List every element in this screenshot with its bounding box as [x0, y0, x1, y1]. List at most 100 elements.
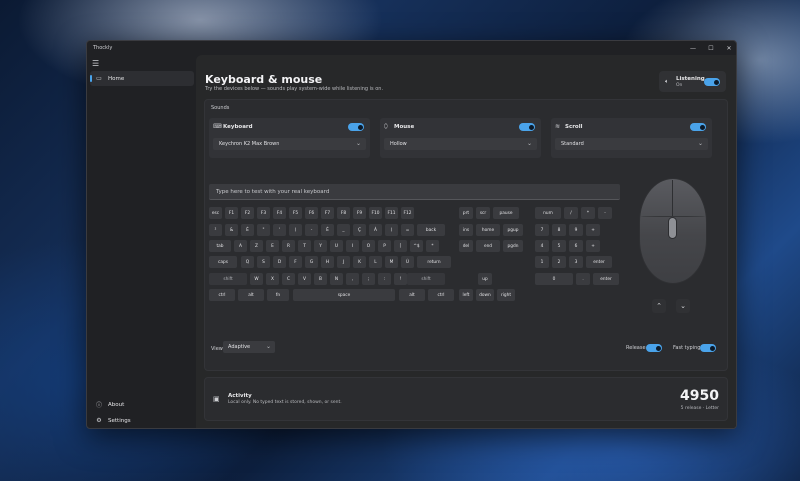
key-3[interactable]: 3 [569, 256, 583, 268]
key-f3[interactable]: F3 [257, 207, 270, 219]
key-left[interactable]: left [459, 289, 473, 301]
key-5[interactable]: 5 [552, 240, 566, 252]
key-[interactable]: . [576, 273, 590, 285]
close-button[interactable]: ✕ [720, 41, 736, 55]
key-7[interactable]: 7 [535, 224, 549, 236]
sidebar-item-settings[interactable]: ⚙ Settings [90, 413, 194, 428]
key-end[interactable]: end [476, 240, 500, 252]
key-f7[interactable]: F7 [321, 207, 334, 219]
key-8[interactable]: 8 [552, 224, 566, 236]
key-pgdn[interactable]: pgdn [503, 240, 523, 252]
scroll-toggle[interactable] [690, 123, 706, 131]
key-pgup[interactable]: pgup [503, 224, 523, 236]
mouse-scroll-wheel[interactable] [668, 217, 677, 239]
key-home[interactable]: home [476, 224, 500, 236]
key-v[interactable]: V [298, 273, 311, 285]
key-x[interactable]: X [266, 273, 279, 285]
view-select[interactable]: Adaptive ⌄ [223, 341, 275, 353]
key-fn[interactable]: fn [267, 289, 289, 301]
key-m[interactable]: M [385, 256, 398, 268]
key-ctrl[interactable]: ctrl [428, 289, 454, 301]
key-shift[interactable]: shift [209, 273, 247, 285]
key-[interactable]: - [305, 224, 318, 236]
key-scr[interactable]: scr [476, 207, 490, 219]
key-[interactable]: ( [289, 224, 302, 236]
scroll-up-button[interactable]: ⌃ [652, 299, 666, 313]
key-s[interactable]: S [257, 256, 270, 268]
key-f[interactable]: F [289, 256, 302, 268]
key-f1[interactable]: F1 [225, 207, 238, 219]
scroll-sound-select[interactable]: Standard ⌄ [555, 138, 708, 150]
sidebar-item-about[interactable]: ⓘ About [90, 397, 194, 412]
keyboard-toggle[interactable] [348, 123, 364, 131]
key-b[interactable]: B [314, 273, 327, 285]
key-f12[interactable]: F12 [401, 207, 414, 219]
key-h[interactable]: H [321, 256, 334, 268]
key-[interactable]: " [257, 224, 270, 236]
key-del[interactable]: del [459, 240, 473, 252]
key-q[interactable]: Q [241, 256, 254, 268]
key-a[interactable]: A [234, 240, 247, 252]
key-u[interactable]: U [330, 240, 343, 252]
key-shift[interactable]: shift [407, 273, 445, 285]
key-[interactable]: : [378, 273, 391, 285]
key-[interactable]: & [225, 224, 238, 236]
key-[interactable]: Ç [353, 224, 366, 236]
key-[interactable]: È [321, 224, 334, 236]
key-[interactable]: [ [394, 240, 407, 252]
key-right[interactable]: right [497, 289, 515, 301]
key-ctrl[interactable]: ctrl [209, 289, 235, 301]
key-p[interactable]: P [378, 240, 391, 252]
key-caps[interactable]: caps [209, 256, 237, 268]
key-d[interactable]: D [273, 256, 286, 268]
key-o[interactable]: O [362, 240, 375, 252]
key-k[interactable]: K [353, 256, 366, 268]
maximize-button[interactable]: ☐ [702, 41, 720, 55]
key-t[interactable]: T [298, 240, 311, 252]
key-alt[interactable]: alt [238, 289, 264, 301]
key-[interactable]: ' [273, 224, 286, 236]
key-f10[interactable]: F10 [369, 207, 382, 219]
key-esc[interactable]: esc [209, 207, 222, 219]
key-f9[interactable]: F9 [353, 207, 366, 219]
key-[interactable]: - [598, 207, 612, 219]
release-toggle[interactable] [646, 344, 662, 352]
key-z[interactable]: Z [250, 240, 263, 252]
key-g[interactable]: G [305, 256, 318, 268]
key-f2[interactable]: F2 [241, 207, 254, 219]
typing-test-input[interactable]: Type here to test with your real keyboar… [209, 184, 620, 200]
key-4[interactable]: 4 [535, 240, 549, 252]
key-0[interactable]: 0 [535, 273, 573, 285]
key-[interactable]: / [564, 207, 578, 219]
key-f11[interactable]: F11 [385, 207, 398, 219]
key-[interactable]: + [586, 224, 600, 236]
key-6[interactable]: 6 [569, 240, 583, 252]
key-1[interactable]: 1 [535, 256, 549, 268]
listening-toggle[interactable] [704, 78, 720, 86]
key-enter[interactable]: enter [593, 273, 619, 285]
key-j[interactable]: J [337, 256, 350, 268]
key-[interactable]: É [241, 224, 254, 236]
fast-typing-toggle[interactable] [700, 344, 716, 352]
key-r[interactable]: R [282, 240, 295, 252]
key-num[interactable]: num [535, 207, 561, 219]
key-e[interactable]: E [266, 240, 279, 252]
key-[interactable]: _ [337, 224, 350, 236]
key-[interactable]: À [369, 224, 382, 236]
key-prt[interactable]: prt [459, 207, 473, 219]
key-space[interactable]: space [293, 289, 395, 301]
key-[interactable]: ² [209, 224, 222, 236]
key-ins[interactable]: ins [459, 224, 473, 236]
key-f4[interactable]: F4 [273, 207, 286, 219]
key-tab[interactable]: tab [209, 240, 231, 252]
key-pause[interactable]: pause [493, 207, 519, 219]
key-return[interactable]: return [417, 256, 451, 268]
key-f5[interactable]: F5 [289, 207, 302, 219]
key-2[interactable]: 2 [552, 256, 566, 268]
key-alt[interactable]: alt [399, 289, 425, 301]
key-w[interactable]: W [250, 273, 263, 285]
mouse-sound-select[interactable]: Hollow ⌄ [384, 138, 537, 150]
minimize-button[interactable]: — [684, 41, 702, 55]
mouse-toggle[interactable] [519, 123, 535, 131]
key-[interactable]: * [426, 240, 439, 252]
